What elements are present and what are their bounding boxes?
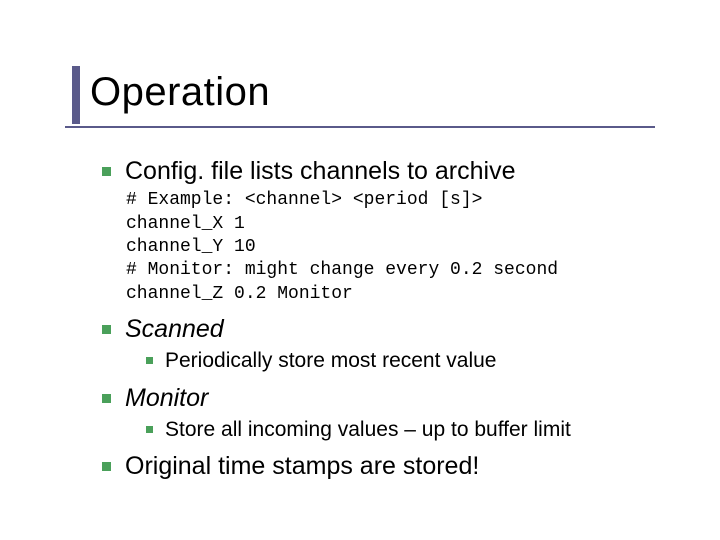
sub-list-item-text: Periodically store most recent value: [165, 347, 496, 374]
list-item: Scanned: [102, 314, 662, 345]
square-bullet-icon: [146, 426, 153, 433]
list-item-text: Scanned: [125, 314, 224, 345]
square-bullet-icon: [102, 394, 111, 403]
slide-body: Config. file lists channels to archive #…: [102, 150, 662, 485]
code-block: # Example: <channel> <period [s]> channe…: [126, 189, 662, 306]
list-item-text: Config. file lists channels to archive: [125, 156, 515, 187]
list-item-text: Monitor: [125, 383, 208, 414]
sub-list-item-text: Store all incoming values – up to buffer…: [165, 416, 571, 443]
slide: Operation Config. file lists channels to…: [0, 0, 720, 540]
title-accent-bar: [72, 66, 80, 124]
square-bullet-icon: [102, 462, 111, 471]
square-bullet-icon: [146, 357, 153, 364]
list-item: Monitor: [102, 383, 662, 414]
title-underline: [65, 126, 655, 128]
square-bullet-icon: [102, 167, 111, 176]
sub-list-item: Store all incoming values – up to buffer…: [146, 416, 662, 443]
slide-title: Operation: [90, 70, 270, 115]
sub-list-item: Periodically store most recent value: [146, 347, 662, 374]
list-item: Original time stamps are stored!: [102, 451, 662, 482]
list-item-text: Original time stamps are stored!: [125, 451, 479, 482]
square-bullet-icon: [102, 325, 111, 334]
list-item: Config. file lists channels to archive #…: [102, 156, 662, 306]
